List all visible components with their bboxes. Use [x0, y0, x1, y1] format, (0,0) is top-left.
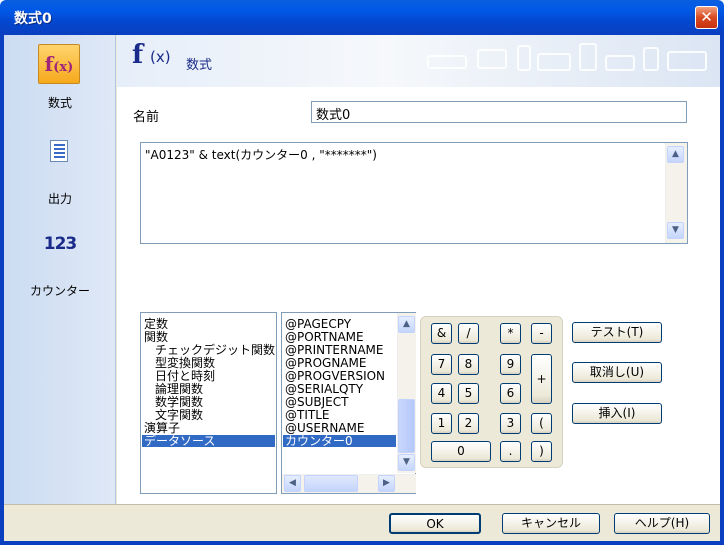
- list-item-selected[interactable]: データソース: [142, 435, 275, 447]
- list-item[interactable]: 演算子: [144, 422, 180, 434]
- close-button[interactable]: ✕: [695, 6, 718, 29]
- list-item[interactable]: 関数: [144, 331, 168, 343]
- list-item[interactable]: 数学関数: [155, 396, 203, 408]
- help-button[interactable]: ヘルプ(H): [614, 513, 710, 534]
- scroll-down-icon[interactable]: ▼: [398, 454, 415, 471]
- list-item[interactable]: @SERIALQTY: [285, 383, 363, 395]
- key-8[interactable]: 8: [458, 354, 479, 375]
- header-formula-icon-x: (x): [150, 48, 171, 66]
- key-9[interactable]: 9: [500, 354, 521, 375]
- counter-icon[interactable]: 123: [40, 234, 80, 254]
- section-title: 数式: [186, 58, 213, 73]
- scroll-left-icon[interactable]: ◀: [284, 475, 301, 492]
- sidebar-item-counter[interactable]: カウンター: [4, 282, 116, 299]
- list-item[interactable]: 定数: [144, 318, 168, 330]
- list-item[interactable]: @PORTNAME: [285, 331, 364, 343]
- key-plus[interactable]: +: [531, 354, 552, 404]
- category-list[interactable]: 定数 関数 チェックデジット関数 型変換関数 日付と時刻 論理関数 数学関数 文…: [140, 312, 277, 494]
- header-formula-icon: f: [132, 40, 144, 70]
- scroll-right-icon[interactable]: ▶: [378, 475, 395, 492]
- key-7[interactable]: 7: [431, 354, 452, 375]
- key-ampersand[interactable]: &: [431, 323, 452, 344]
- cancel-button[interactable]: キャンセル: [502, 513, 600, 534]
- insert-button[interactable]: 挿入(I): [572, 403, 662, 424]
- list-item[interactable]: 型変換関数: [155, 357, 215, 369]
- formula-editor[interactable]: "A0123" & text(カウンター0 , "*******"): [140, 142, 688, 244]
- list-item[interactable]: @USERNAME: [285, 422, 364, 434]
- key-3[interactable]: 3: [500, 413, 521, 434]
- list-item[interactable]: 論理関数: [155, 383, 203, 395]
- list-item-selected[interactable]: カウンター0: [283, 435, 396, 447]
- list-item[interactable]: @TITLE: [285, 409, 329, 421]
- key-close-paren[interactable]: ): [531, 441, 552, 462]
- window-title: 数式0: [14, 11, 52, 27]
- list-item[interactable]: @PAGECPY: [285, 318, 351, 330]
- key-minus[interactable]: -: [531, 323, 552, 344]
- list-item[interactable]: @SUBJECT: [285, 396, 348, 408]
- key-divide[interactable]: /: [458, 323, 479, 344]
- key-2[interactable]: 2: [458, 413, 479, 434]
- formula-icon[interactable]: f(x): [38, 44, 80, 84]
- footer-bar: [4, 504, 720, 541]
- list-item[interactable]: チェックデジット関数: [155, 344, 275, 356]
- list-item[interactable]: @PRINTERNAME: [285, 344, 383, 356]
- sidebar-item-output[interactable]: 出力: [4, 190, 116, 207]
- key-multiply[interactable]: *: [500, 323, 521, 344]
- key-dot[interactable]: .: [500, 441, 521, 462]
- name-field[interactable]: 数式0: [311, 101, 687, 123]
- key-0[interactable]: 0: [431, 441, 491, 462]
- key-1[interactable]: 1: [431, 413, 452, 434]
- ok-button[interactable]: OK: [389, 513, 481, 534]
- key-4[interactable]: 4: [431, 383, 452, 404]
- name-label: 名前: [133, 110, 160, 125]
- key-5[interactable]: 5: [458, 383, 479, 404]
- sidebar-item-formula[interactable]: 数式: [4, 94, 116, 111]
- key-open-paren[interactable]: (: [531, 413, 552, 434]
- title-bar[interactable]: [0, 0, 724, 35]
- scroll-thumb[interactable]: [398, 399, 415, 453]
- output-document-icon[interactable]: [50, 140, 68, 162]
- hscroll-thumb[interactable]: [304, 475, 358, 492]
- test-button[interactable]: テスト(T): [572, 322, 662, 343]
- formula-text: "A0123" & text(カウンター0 , "*******"): [145, 148, 377, 162]
- key-6[interactable]: 6: [500, 383, 521, 404]
- close-icon: ✕: [700, 8, 713, 26]
- list-item[interactable]: @PROGVERSION: [285, 370, 385, 382]
- scroll-down-icon[interactable]: ▼: [667, 222, 684, 239]
- field-list[interactable]: @PAGECPY @PORTNAME @PRINTERNAME @PROGNAM…: [281, 312, 416, 494]
- list-item[interactable]: 日付と時刻: [155, 370, 215, 382]
- scroll-up-icon[interactable]: ▲: [667, 146, 684, 163]
- undo-button[interactable]: 取消し(U): [572, 362, 662, 383]
- list-item[interactable]: @PROGNAME: [285, 357, 366, 369]
- operator-keypad: & / * - 7 8 9 + 4 5 6 1 2 3 ( 0 . ): [420, 316, 563, 468]
- scroll-up-icon[interactable]: ▲: [398, 316, 415, 333]
- list-item[interactable]: 文字関数: [155, 409, 203, 421]
